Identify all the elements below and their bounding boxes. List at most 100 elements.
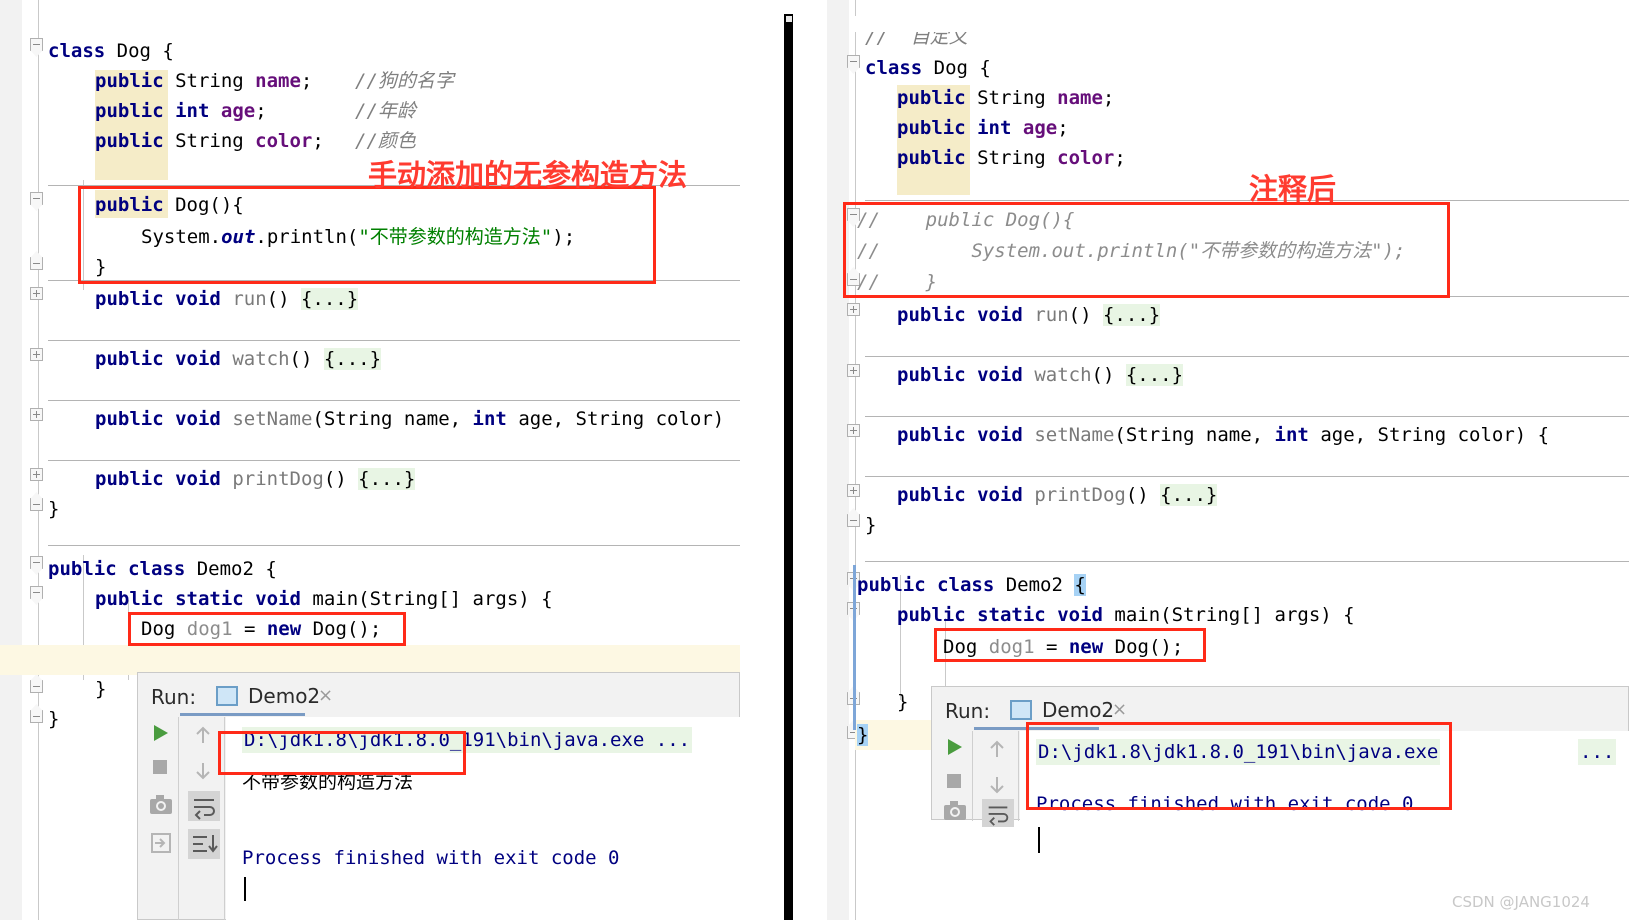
- soft-wrap-icon[interactable]: [188, 791, 220, 821]
- r-run-tab-name[interactable]: Demo2: [1042, 698, 1114, 722]
- r-fold-marker-watch[interactable]: [847, 364, 862, 379]
- left-editor[interactable]: class Dog { public String name; //狗的名字 p…: [0, 0, 787, 920]
- r-fold-marker-class-end[interactable]: [847, 514, 862, 529]
- code-line-field-color[interactable]: public String color;: [95, 126, 324, 156]
- scroll-to-end-icon[interactable]: [188, 829, 220, 859]
- code-line-run[interactable]: public void run() {...}: [95, 284, 359, 314]
- left-editor-panel[interactable]: class Dog { public String name; //狗的名字 p…: [0, 0, 787, 920]
- comment-field-age: //年龄: [355, 100, 416, 122]
- fold-marker-class-end[interactable]: [30, 498, 45, 513]
- annotation-box-constructor: [78, 186, 656, 284]
- toolbar-sep-1: [178, 717, 179, 920]
- r-scroll-up-icon[interactable]: [986, 737, 1008, 761]
- fold-marker-constructor-end[interactable]: [30, 257, 45, 272]
- fold-marker-printdog[interactable]: [30, 468, 45, 483]
- console-line-finished: Process finished with exit code 0: [242, 847, 620, 869]
- r-toolbar-sep-1: [972, 731, 973, 821]
- divider-handle[interactable]: [786, 16, 792, 22]
- left-sep-4: [48, 400, 740, 401]
- code-line-setname[interactable]: public void setName(String name, int age…: [95, 404, 724, 434]
- left-sep-3: [48, 340, 740, 341]
- left-sep-6: [48, 545, 740, 546]
- code-line-field-name[interactable]: public String name;: [95, 66, 312, 96]
- clip-mask-top: [855, 16, 1629, 32]
- console-caret: [244, 877, 246, 901]
- r-console-line-command-tail: ...: [1578, 739, 1617, 765]
- r-code-line-class-dog[interactable]: class Dog {: [865, 53, 991, 83]
- stop-icon[interactable]: [148, 755, 172, 779]
- code-line-main-end[interactable]: }: [95, 674, 106, 704]
- r-run-label: Run:: [945, 699, 991, 723]
- r-stop-icon[interactable]: [942, 769, 966, 793]
- scroll-down-icon[interactable]: [192, 759, 214, 783]
- fold-marker-class-dog[interactable]: [30, 38, 45, 53]
- run-icon[interactable]: [148, 721, 172, 745]
- left-gutter[interactable]: [0, 0, 22, 920]
- code-line-class-dog[interactable]: class Dog {: [48, 36, 174, 66]
- scroll-up-icon[interactable]: [192, 723, 214, 747]
- r-code-line-demo2-end[interactable]: }: [857, 720, 869, 750]
- fold-marker-main[interactable]: [30, 586, 45, 601]
- r-fold-marker-class-dog[interactable]: [847, 55, 862, 70]
- code-line-watch[interactable]: public void watch() {...}: [95, 344, 382, 374]
- r-code-line-printdog[interactable]: public void printDog() {...}: [897, 480, 1218, 510]
- r-soft-wrap-icon[interactable]: [982, 799, 1014, 827]
- r-code-line-dog-class-end[interactable]: }: [865, 510, 876, 540]
- right-sep-3: [865, 356, 1629, 357]
- r-console-caret: [1038, 827, 1040, 853]
- right-sep-4: [865, 416, 1629, 417]
- r-run-icon[interactable]: [942, 735, 966, 759]
- r-code-line-main[interactable]: public static void main(String[] args) {: [897, 600, 1355, 630]
- panel-divider[interactable]: [784, 14, 793, 920]
- annotation-box-new-dog: [128, 612, 406, 646]
- code-line-field-age[interactable]: public int age;: [95, 96, 267, 126]
- camera-icon[interactable]: [148, 793, 174, 817]
- fold-marker-watch[interactable]: [30, 348, 45, 363]
- fold-marker-demo2[interactable]: [30, 556, 45, 571]
- r-annotation-box-console: [1026, 722, 1452, 810]
- code-line-demo2-class[interactable]: public class Demo2 {: [48, 554, 277, 584]
- code-line-main[interactable]: public static void main(String[] args) {: [95, 584, 553, 614]
- r-fold-marker-run[interactable]: [847, 303, 862, 318]
- fold-marker-demo2-end[interactable]: [30, 710, 45, 725]
- r-run-config-icon: [1010, 700, 1032, 720]
- right-sep-6: [865, 561, 1629, 562]
- right-sep-1: [865, 200, 1629, 201]
- code-line-demo2-end[interactable]: }: [48, 704, 59, 734]
- r-close-icon[interactable]: ×: [1112, 699, 1127, 720]
- run-tab-name[interactable]: Demo2: [248, 684, 320, 708]
- right-change-marker: [853, 565, 856, 730]
- fold-marker-main-end[interactable]: [30, 680, 45, 695]
- annotation-label-after-comment: 注释后: [1249, 172, 1337, 206]
- code-line-dog-class-end[interactable]: }: [48, 494, 59, 524]
- r-annotation-box-new-dog: [934, 628, 1206, 662]
- left-sep-5: [48, 460, 740, 461]
- run-label: Run:: [151, 685, 197, 709]
- r-code-line-setname[interactable]: public void setName(String name, int age…: [897, 420, 1549, 450]
- r-fold-marker-setname[interactable]: [847, 424, 862, 439]
- r-code-line-run[interactable]: public void run() {...}: [897, 300, 1161, 330]
- r-fold-marker-printdog[interactable]: [847, 484, 862, 499]
- r-toolbar-sep-2: [1018, 731, 1019, 821]
- fold-marker-constructor[interactable]: [30, 192, 45, 207]
- r-code-line-field-name[interactable]: public String name;: [897, 83, 1114, 113]
- r-code-line-demo2-class[interactable]: public class Demo2 {: [857, 570, 1086, 600]
- r-camera-icon[interactable]: [942, 799, 968, 823]
- right-editor[interactable]: // 自定义 class Dog { public String name; /…: [793, 0, 1629, 920]
- r-code-line-field-color[interactable]: public String color;: [897, 143, 1126, 173]
- right-editor-panel[interactable]: // 自定义 class Dog { public String name; /…: [793, 0, 1629, 920]
- fold-marker-setname[interactable]: [30, 408, 45, 423]
- r-code-line-field-age[interactable]: public int age;: [897, 113, 1069, 143]
- close-icon[interactable]: ×: [318, 685, 333, 706]
- right-indent-guide-root: [855, 0, 856, 920]
- fold-marker-run[interactable]: [30, 287, 45, 302]
- r-code-line-main-end[interactable]: }: [897, 687, 908, 717]
- export-icon[interactable]: [148, 831, 174, 855]
- left-caret-line: [0, 645, 740, 675]
- r-code-line-watch[interactable]: public void watch() {...}: [897, 360, 1184, 390]
- right-gutter[interactable]: [827, 0, 849, 920]
- r-annotation-box-commented-ctor: [843, 202, 1450, 298]
- run-tool-window[interactable]: Run: Demo2 × D:\jdk1.8\jdk1.8.0_191\bin\…: [137, 672, 740, 920]
- code-line-printdog[interactable]: public void printDog() {...}: [95, 464, 416, 494]
- r-scroll-down-icon[interactable]: [986, 773, 1008, 797]
